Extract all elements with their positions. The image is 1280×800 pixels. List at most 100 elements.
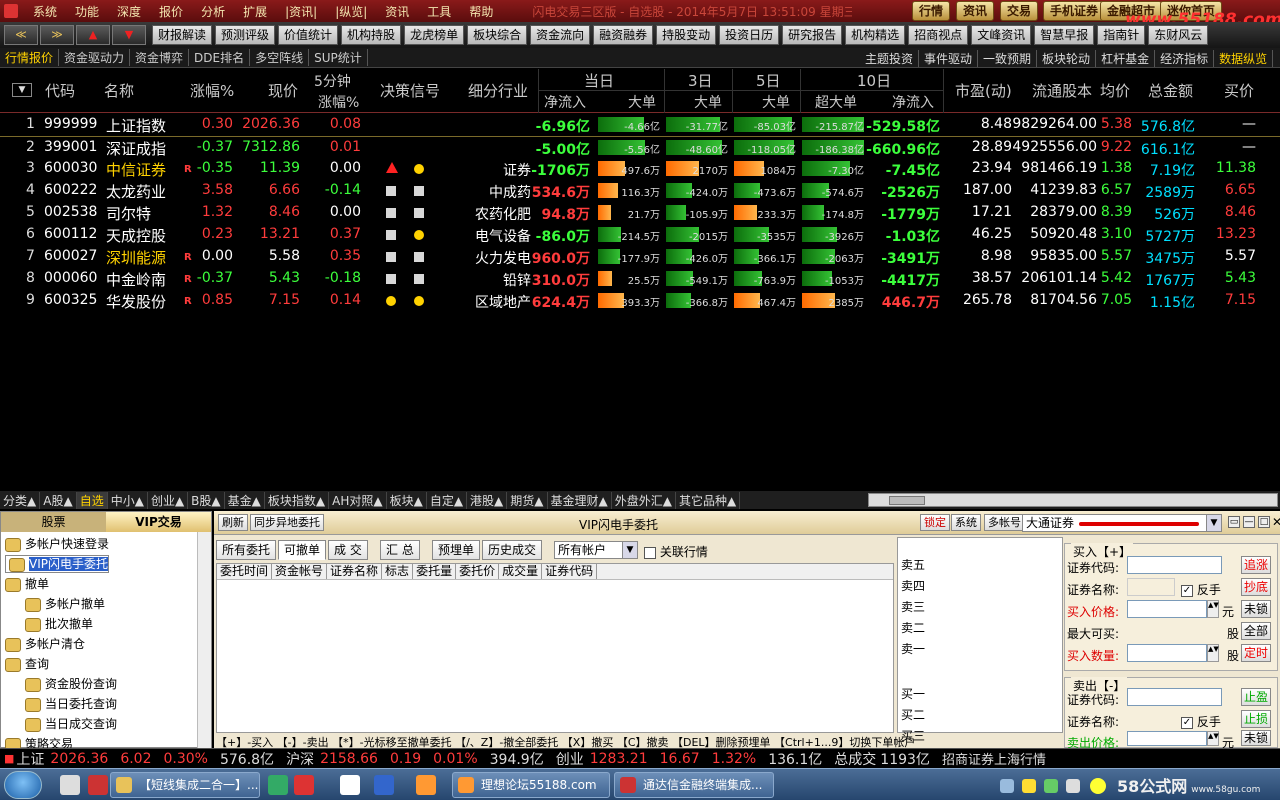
tab-sup-stats[interactable]: SUP统计 xyxy=(309,49,368,66)
header-10day-superbig[interactable]: 超大单 xyxy=(815,92,857,112)
qty-spinner[interactable]: ▲▼ xyxy=(1207,644,1219,662)
toolbar-button-holding-change[interactable]: 持股变动 xyxy=(656,25,717,45)
tab-pre-orders[interactable]: 预埋单 xyxy=(432,540,481,560)
close-icon[interactable]: ✕ xyxy=(1272,515,1280,529)
tab-consensus[interactable]: 一致预期 xyxy=(978,50,1038,67)
table-row[interactable]: 3 600030 中信证券 R -0.35 11.39 0.00 证券 -1706万 497.6万… xyxy=(0,158,1280,180)
tree-item-holding-query[interactable]: 资金股份查询 xyxy=(25,675,117,692)
toolbar-button-fund-flow[interactable]: 资金流向 xyxy=(530,25,591,45)
trade-button[interactable]: 交易 xyxy=(1000,1,1039,21)
arrow-up-icon[interactable]: ▲ xyxy=(76,25,110,45)
tab-event-drive[interactable]: 事件驱动 xyxy=(919,50,979,67)
sell-reverse-checkbox[interactable]: ✓ 反手 xyxy=(1181,713,1221,730)
app-icon[interactable] xyxy=(268,775,288,795)
category-tab[interactable]: 板块指数▲ xyxy=(265,491,330,509)
tab-vip-trade[interactable]: VIP交易 xyxy=(106,512,211,532)
sell-price-spinner[interactable]: ▲▼ xyxy=(1207,731,1219,746)
tree-item-deal-query[interactable]: 当日成交查询 xyxy=(25,715,117,732)
header-signal[interactable]: 决策信号 xyxy=(380,80,440,101)
toolbar-button-value[interactable]: 价值统计 xyxy=(278,25,339,45)
taskbar-app-tdx[interactable]: 通达信金融终端集成... xyxy=(614,772,774,798)
menu-item-quote[interactable]: 报价 xyxy=(150,3,192,20)
toolbar-button-dragon-tiger[interactable]: 龙虎榜单 xyxy=(404,25,465,45)
maximize-icon[interactable]: □ xyxy=(1258,516,1270,528)
horizontal-scrollbar[interactable] xyxy=(868,493,1278,507)
header-5day-bigorder[interactable]: 大单 xyxy=(762,92,790,112)
column-menu-icon[interactable]: ▼ xyxy=(12,83,32,97)
checkbox-icon[interactable] xyxy=(644,546,656,559)
toolbar-button-morning-news[interactable]: 智慧早报 xyxy=(1034,25,1095,45)
category-tab[interactable]: 期货▲ xyxy=(507,491,548,509)
tab-stock[interactable]: 股票 xyxy=(1,512,106,532)
buy-reverse-checkbox[interactable]: ✓ 反手 xyxy=(1181,581,1221,598)
category-tab[interactable]: A股▲ xyxy=(40,491,77,509)
link-market-checkbox[interactable]: 关联行情 xyxy=(644,543,708,560)
menu-item-overview[interactable]: |纵览| xyxy=(326,3,376,20)
tree-item-multi-login[interactable]: 多帐户快速登录 xyxy=(5,535,109,552)
col-sec-code[interactable]: 证券代码 xyxy=(542,564,598,579)
category-tab[interactable]: 外盘外汇▲ xyxy=(612,491,676,509)
toolbar-button-margin[interactable]: 融资融券 xyxy=(593,25,654,45)
table-row[interactable]: 6 600112 天成控股 0.23 13.21 0.37 电气设备 -86.0万 -214.5… xyxy=(0,224,1280,246)
page-back-icon[interactable]: ≪ xyxy=(4,25,38,45)
toolbar-button-research[interactable]: 研究报告 xyxy=(782,25,843,45)
menu-item-system[interactable]: 系统 xyxy=(24,3,66,20)
tab-all-orders[interactable]: 所有委托 xyxy=(216,540,277,560)
table-row[interactable]: 8 000060 中金岭南 R -0.37 5.43 -0.18 铅锌 310.0万 25.5万 -… xyxy=(0,268,1280,290)
header-float-shares[interactable]: 流通股本 xyxy=(1032,80,1092,101)
tree-item-multi-clear[interactable]: 多帐户清仓 xyxy=(5,635,85,652)
refresh-button[interactable]: 刷新 xyxy=(218,514,248,531)
table-row[interactable]: 2 399001 深证成指 -0.37 7312.86 0.01 -5.00亿 -5.56亿 -… xyxy=(0,136,1280,158)
broker-select[interactable]: 大通证券 ▼ xyxy=(1022,514,1222,532)
page-forward-icon[interactable]: ≫ xyxy=(40,25,74,45)
chase-button[interactable]: 追涨 xyxy=(1241,556,1272,574)
tree-item-order-query[interactable]: 当日委托查询 xyxy=(25,695,117,712)
tab-fund-game[interactable]: 资金博弈 xyxy=(130,49,190,66)
category-tab[interactable]: 基金理财▲ xyxy=(548,491,612,509)
chevron-down-icon[interactable]: ▼ xyxy=(622,542,637,558)
col-order-time[interactable]: 委托时间 xyxy=(217,564,273,579)
info-button[interactable]: 资讯 xyxy=(956,1,995,21)
header-total-amount[interactable]: 总金额 xyxy=(1148,80,1193,101)
toolbar-button-dongcai[interactable]: 东财风云 xyxy=(1148,25,1209,45)
explorer-icon[interactable] xyxy=(60,775,80,795)
header-change[interactable]: 涨幅% xyxy=(190,80,234,101)
tray-icon[interactable] xyxy=(1000,779,1014,793)
sell-unlock-button[interactable]: 未锁 xyxy=(1241,730,1272,746)
tab-quote-list[interactable]: 行情报价 xyxy=(0,49,60,66)
category-tab[interactable]: 港股▲ xyxy=(467,491,508,509)
stop-profit-button[interactable]: 止盈 xyxy=(1241,688,1272,706)
category-tab[interactable]: AH对照▲ xyxy=(329,491,387,509)
table-row[interactable]: 4 600222 太龙药业 3.58 6.66 -0.14 中成药 534.6万 116.3万 -… xyxy=(0,180,1280,202)
menu-item-extend[interactable]: 扩展 xyxy=(234,3,276,20)
category-tab[interactable]: 板块▲ xyxy=(387,491,427,509)
buy-price-input[interactable] xyxy=(1127,600,1207,618)
col-order-qty[interactable]: 委托量 xyxy=(413,564,457,579)
toolbar-button-calendar[interactable]: 投资日历 xyxy=(719,25,780,45)
toolbar-button-sector[interactable]: 板块综合 xyxy=(467,25,528,45)
category-tab[interactable]: 基金▲ xyxy=(225,491,265,509)
sell-price-input[interactable] xyxy=(1127,731,1207,746)
tree-item-cancel[interactable]: 撤单 xyxy=(5,575,49,592)
category-tab[interactable]: 中小▲ xyxy=(108,491,148,509)
tab-history-deals[interactable]: 历史成交 xyxy=(482,540,543,560)
lock-button[interactable]: 锁定 xyxy=(920,514,950,531)
tray-icon[interactable] xyxy=(1044,779,1058,793)
header-industry[interactable]: 细分行业 xyxy=(468,80,528,101)
header-pe[interactable]: 市盈(动) xyxy=(955,80,1012,101)
tab-deals[interactable]: 成 交 xyxy=(328,540,368,560)
toolbar-button-selection[interactable]: 机构精选 xyxy=(845,25,906,45)
mobile-securities-button[interactable]: 手机证券 xyxy=(1043,1,1106,21)
tab-long-short[interactable]: 多空阵线 xyxy=(250,49,310,66)
table-row[interactable]: 5 002538 司尔特 1.32 8.46 0.00 农药化肥 94.8万 21.7万 -105… xyxy=(0,202,1280,224)
minimize-icon[interactable]: — xyxy=(1243,516,1255,528)
table-row[interactable]: 9 600325 华发股份 R 0.85 7.15 0.14 区域地产 624.4万 393.3万… xyxy=(0,290,1280,312)
taskbar-app-short-line[interactable]: 【短线集成二合一】... xyxy=(110,772,260,798)
arrow-down-icon[interactable]: ▼ xyxy=(112,25,146,45)
menu-item-analysis[interactable]: 分析 xyxy=(192,3,234,20)
tab-cancellable[interactable]: 可撤单 xyxy=(278,540,327,560)
header-10day-netflow[interactable]: 净流入 xyxy=(892,92,934,112)
tab-fund-drive[interactable]: 资金驱动力 xyxy=(59,49,131,66)
header-today-bigorder[interactable]: 大单 xyxy=(628,92,656,112)
tree-scrollbar[interactable] xyxy=(197,532,211,748)
